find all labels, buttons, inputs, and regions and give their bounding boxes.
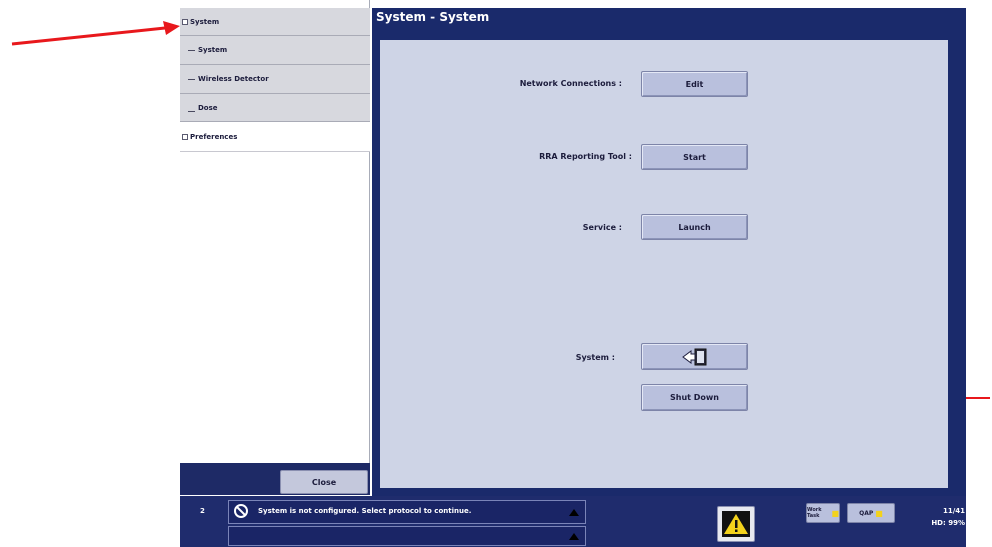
chevron-up-icon xyxy=(569,508,579,516)
tree-node-system-root[interactable]: System xyxy=(180,8,370,36)
no-entry-icon xyxy=(234,504,248,518)
work-task-label: Work Task xyxy=(807,507,822,519)
message-index: 2 xyxy=(200,507,205,515)
disk-usage: HD: 99% xyxy=(931,519,965,527)
settings-content xyxy=(380,40,948,488)
clock-time: 11/41 xyxy=(942,507,965,515)
arrow-to-system-node xyxy=(11,21,180,46)
tree-node-preferences[interactable]: Preferences xyxy=(180,122,370,152)
message-box-secondary xyxy=(228,526,586,546)
tree-connector xyxy=(188,50,195,51)
tree-connector xyxy=(188,79,195,80)
warning-icon xyxy=(722,511,750,537)
tree-node-label: Preferences xyxy=(190,132,238,141)
shutdown-button[interactable]: Shut Down xyxy=(641,384,748,411)
expand-icon[interactable] xyxy=(182,133,188,140)
clock-readout: 11/41 HD: 99% xyxy=(915,505,965,529)
logout-button[interactable] xyxy=(641,343,748,370)
work-task-button[interactable]: Work Task ■ xyxy=(806,503,840,523)
rra-reporting-tool-label: RRA Reporting Tool : xyxy=(539,152,632,161)
start-button[interactable]: Start xyxy=(641,144,748,170)
tree-node-label: System xyxy=(198,46,228,54)
warning-button[interactable] xyxy=(717,506,755,542)
tree-node-label: Dose xyxy=(198,103,218,112)
scroll-up-button[interactable] xyxy=(565,503,583,521)
network-connections-label: Network Connections : xyxy=(519,79,622,88)
edit-button[interactable]: Edit xyxy=(641,71,748,97)
collapse-icon[interactable] xyxy=(182,18,188,25)
tree-node-system[interactable]: System xyxy=(180,36,370,65)
service-label: Service : xyxy=(582,223,622,232)
logout-door-icon xyxy=(681,348,706,365)
scroll-up-button-secondary[interactable] xyxy=(565,528,583,544)
tree-node-label: Wireless Detector xyxy=(198,75,269,83)
system-label: System : xyxy=(575,353,615,362)
tree-connector xyxy=(188,111,195,112)
lock-icon: ■ xyxy=(875,508,883,518)
lock-icon: ■ xyxy=(831,508,839,518)
tree-node-wireless-detector[interactable]: Wireless Detector xyxy=(180,65,370,94)
qap-button[interactable]: QAP ■ xyxy=(847,503,895,523)
status-message: System is not configured. Select protoco… xyxy=(258,507,472,515)
page-title: System - System xyxy=(376,10,490,24)
chevron-up-icon xyxy=(569,532,579,540)
tree-node-dose[interactable]: Dose xyxy=(180,94,370,122)
tree-node-label: System xyxy=(190,17,220,26)
launch-button[interactable]: Launch xyxy=(641,214,748,240)
navigation-tree: System System Wireless Detector Dose Pre… xyxy=(180,0,370,470)
close-button[interactable]: Close xyxy=(280,470,368,494)
qap-label: QAP xyxy=(859,509,874,517)
